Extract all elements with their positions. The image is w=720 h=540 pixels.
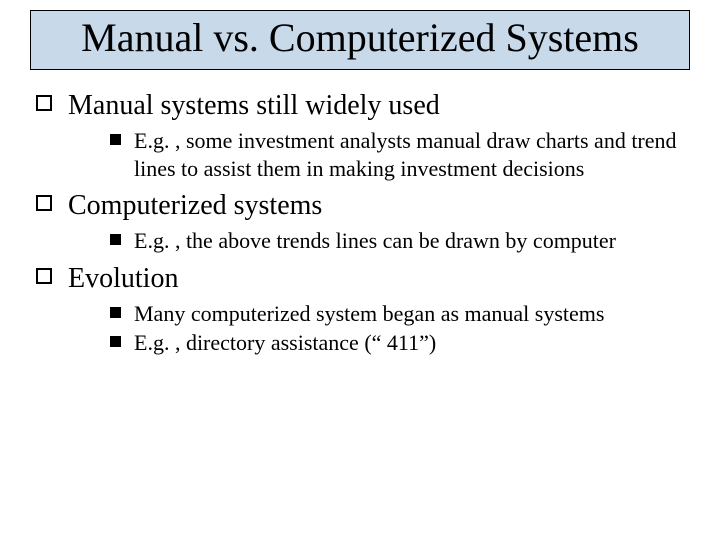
sub-bullet-text: Many computerized system began as manual… [134,301,604,326]
bullet-text: Manual systems still widely used [68,90,440,121]
bullet-text: Evolution [68,263,178,294]
solid-square-icon [110,134,121,145]
content-area: Manual systems still widely used E.g. , … [28,88,692,357]
solid-square-icon [110,234,121,245]
bullet-item: Evolution Many computerized system began… [28,261,692,357]
sub-bullet-text: E.g. , directory assistance (“ 411”) [134,330,436,355]
solid-square-icon [110,307,121,318]
bullet-text: Computerized systems [68,190,322,221]
sub-bullet-text: E.g. , the above trends lines can be dra… [134,228,616,253]
sub-bullet-item: E.g. , the above trends lines can be dra… [104,227,692,255]
bullet-item: Manual systems still widely used E.g. , … [28,88,692,182]
title-box: Manual vs. Computerized Systems [30,10,690,70]
hollow-square-icon [36,195,52,211]
hollow-square-icon [36,268,52,284]
sub-bullet-text: E.g. , some investment analysts manual d… [134,128,677,181]
hollow-square-icon [36,95,52,111]
sub-bullet-item: E.g. , directory assistance (“ 411”) [104,329,692,357]
slide-title: Manual vs. Computerized Systems [37,15,683,61]
bullet-item: Computerized systems E.g. , the above tr… [28,188,692,255]
sub-bullet-item: E.g. , some investment analysts manual d… [104,127,692,182]
slide: Manual vs. Computerized Systems Manual s… [0,0,720,540]
sub-bullet-item: Many computerized system began as manual… [104,300,692,328]
solid-square-icon [110,336,121,347]
